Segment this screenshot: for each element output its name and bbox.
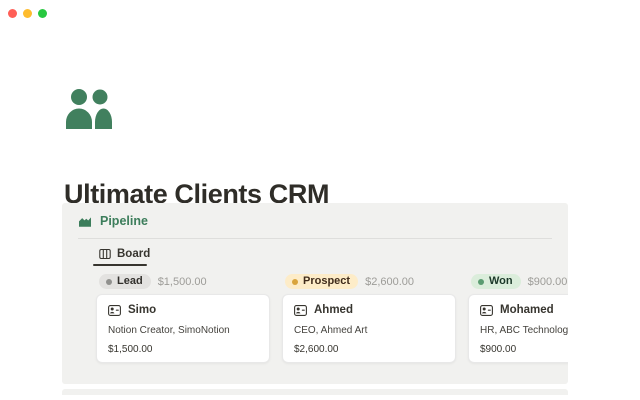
status-dot [106, 279, 112, 285]
status-dot [292, 279, 298, 285]
board-card[interactable]: Ahmed CEO, Ahmed Art $2,600.00 [282, 294, 456, 363]
card-title: Mohamed [500, 304, 554, 316]
zoom-window-button[interactable] [38, 9, 47, 18]
board-card[interactable]: Simo Notion Creator, SimoNotion $1,500.0… [96, 294, 270, 363]
board-column-lead: Lead $1,500.00 Simo Notio [96, 273, 270, 363]
bar-chart-icon [78, 214, 92, 228]
column-sum: $2,600.00 [365, 276, 414, 288]
contact-card-icon [108, 305, 121, 316]
status-label: Prospect [303, 276, 350, 287]
active-tab-indicator [93, 264, 147, 266]
board-card[interactable]: Mohamed HR, ABC Technology $900.00 [468, 294, 568, 363]
card-title: Simo [128, 304, 156, 316]
column-sum: $900.00 [528, 276, 568, 288]
minimize-window-button[interactable] [23, 9, 32, 18]
pipeline-database-title[interactable]: Pipeline [78, 212, 148, 230]
kanban-board: Lead $1,500.00 Simo Notio [96, 273, 568, 363]
column-header: Lead $1,500.00 [99, 273, 270, 290]
status-pill-won[interactable]: Won [471, 274, 521, 289]
column-header: Prospect $2,600.00 [285, 273, 456, 290]
contact-card-icon [294, 305, 307, 316]
pipeline-panel: Pipeline Board Lead $1,500.00 [62, 203, 568, 384]
next-section-preview [62, 389, 568, 395]
tab-board[interactable]: Board [93, 246, 156, 262]
card-amount: $900.00 [480, 344, 568, 355]
header-divider [78, 238, 552, 239]
column-sum: $1,500.00 [158, 276, 207, 288]
column-header: Won $900.00 [471, 273, 568, 290]
status-pill-lead[interactable]: Lead [99, 274, 151, 289]
status-dot [478, 279, 484, 285]
card-subtitle: Notion Creator, SimoNotion [108, 325, 258, 336]
status-label: Won [489, 276, 513, 287]
board-view-icon [99, 248, 111, 260]
board-column-won: Won $900.00 Mohamed HR, A [468, 273, 568, 363]
people-icon[interactable] [66, 87, 112, 131]
card-subtitle: CEO, Ahmed Art [294, 325, 444, 336]
window-controls [8, 9, 47, 18]
card-subtitle: HR, ABC Technology [480, 325, 568, 336]
card-title: Ahmed [314, 304, 353, 316]
tab-board-label: Board [117, 248, 150, 260]
status-pill-prospect[interactable]: Prospect [285, 274, 358, 289]
contact-card-icon [480, 305, 493, 316]
card-amount: $2,600.00 [294, 344, 444, 355]
pipeline-title-label: Pipeline [100, 214, 148, 228]
status-label: Lead [117, 276, 143, 287]
card-amount: $1,500.00 [108, 344, 258, 355]
close-window-button[interactable] [8, 9, 17, 18]
board-column-prospect: Prospect $2,600.00 Ahmed [282, 273, 456, 363]
